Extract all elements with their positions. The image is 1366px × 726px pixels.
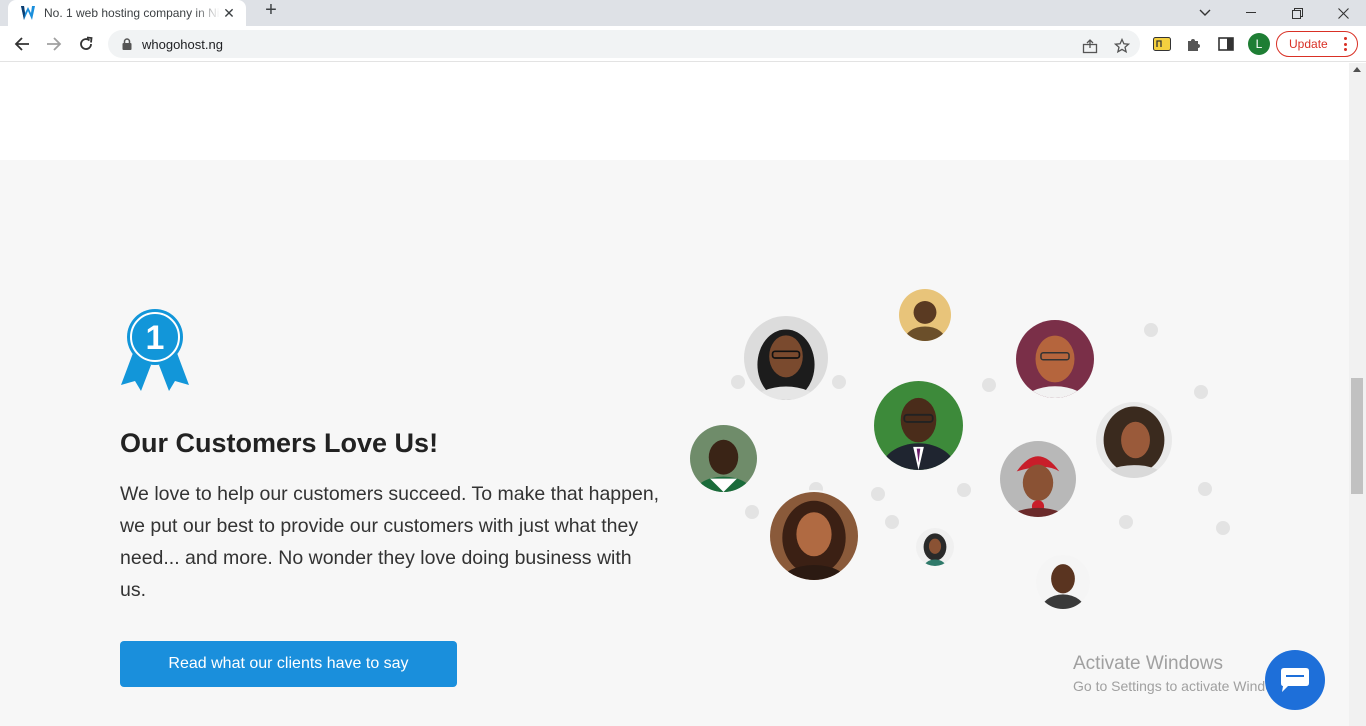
scroll-up-arrow-icon[interactable] [1353,67,1361,72]
section-heading: Our Customers Love Us! [120,428,439,458]
extensions-puzzle-icon[interactable] [1184,34,1204,54]
close-window-icon[interactable] [1320,0,1366,26]
activate-title: Activate Windows [1073,653,1223,674]
tab-close-icon[interactable]: ✕ [220,4,238,22]
live-chat-button[interactable] [1265,650,1325,710]
back-arrow-icon[interactable] [10,32,34,56]
browser-tab[interactable]: No. 1 web hosting company in Nigeria ✕ [8,0,246,26]
restore-icon[interactable] [1274,0,1320,26]
lock-icon[interactable] [120,37,134,51]
forward-arrow-icon[interactable] [42,32,66,56]
bookmark-star-icon[interactable] [1112,36,1132,56]
page-scrollbar[interactable] [1349,63,1366,726]
address-bar[interactable]: whogohost.ng [108,30,1140,58]
reload-icon[interactable] [74,32,98,56]
windows-activation-watermark: Activate Windows Go to Settings to activ… [1073,653,1294,694]
section-description: We love to help our customers succeed. T… [120,483,660,601]
page-viewport [0,63,1349,726]
minimize-icon[interactable] [1228,0,1274,26]
read-testimonials-button[interactable]: Read what our clients have to say [120,641,457,687]
update-label: Update [1289,37,1328,51]
tab-strip: No. 1 web hosting company in Nigeria ✕ + [0,0,1366,26]
first-place-ribbon-icon: 1 [119,309,191,393]
extension-badge-icon[interactable] [1152,34,1172,54]
new-tab-button[interactable]: + [260,0,282,22]
browser-toolbar: whogohost.ng [0,26,1366,62]
update-button[interactable]: Update [1276,31,1358,57]
chat-bubble-icon [1281,668,1309,692]
activate-subtitle: Go to Settings to activate Windows. [1073,678,1294,694]
badge-number: 1 [146,319,165,357]
tab-title: No. 1 web hosting company in Nigeria [44,6,220,20]
share-icon[interactable] [1080,36,1100,56]
scroll-thumb[interactable] [1351,378,1363,494]
url-text[interactable]: whogohost.ng [142,37,223,52]
profile-avatar[interactable]: L [1248,33,1270,55]
side-panel-icon[interactable] [1216,34,1236,54]
more-menu-icon[interactable] [1344,37,1347,51]
whogohost-favicon-icon [20,5,36,21]
tab-search-chevron-icon[interactable] [1182,0,1228,26]
